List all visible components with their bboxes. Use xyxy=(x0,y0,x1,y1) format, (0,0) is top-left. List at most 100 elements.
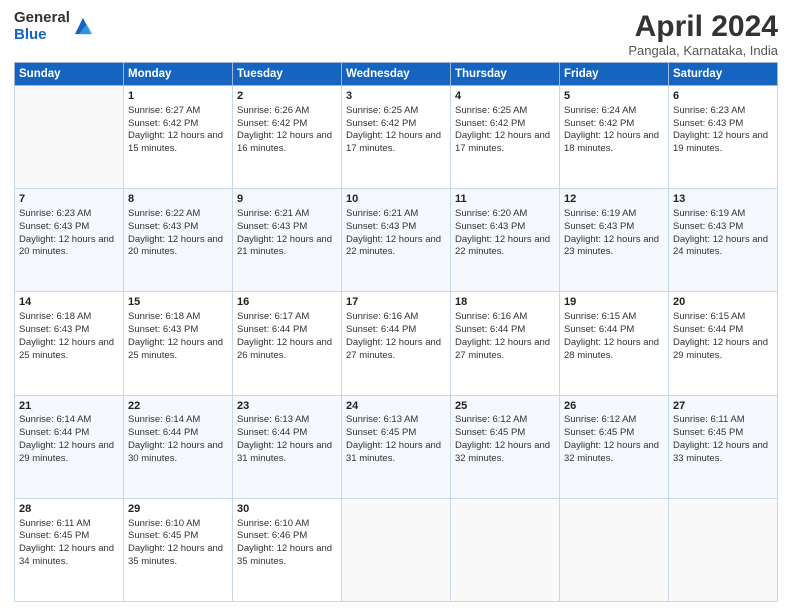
sunrise-text: Sunrise: 6:16 AM xyxy=(455,311,555,324)
daylight-text: Daylight: 12 hours and 31 minutes. xyxy=(346,440,446,466)
daylight-text: Daylight: 12 hours and 22 minutes. xyxy=(455,234,555,260)
sunset-text: Sunset: 6:44 PM xyxy=(237,427,337,440)
calendar-week-row: 7Sunrise: 6:23 AMSunset: 6:43 PMDaylight… xyxy=(15,189,778,292)
calendar-cell: 22Sunrise: 6:14 AMSunset: 6:44 PMDayligh… xyxy=(124,395,233,498)
sunrise-text: Sunrise: 6:11 AM xyxy=(673,414,773,427)
daylight-text: Daylight: 12 hours and 32 minutes. xyxy=(455,440,555,466)
day-number: 22 xyxy=(128,399,228,414)
day-number: 29 xyxy=(128,502,228,517)
sunset-text: Sunset: 6:43 PM xyxy=(673,118,773,131)
daylight-text: Daylight: 12 hours and 26 minutes. xyxy=(237,337,337,363)
daylight-text: Daylight: 12 hours and 22 minutes. xyxy=(346,234,446,260)
calendar-cell xyxy=(560,498,669,601)
calendar-header-cell: Sunday xyxy=(15,63,124,86)
day-number: 4 xyxy=(455,89,555,104)
sunrise-text: Sunrise: 6:21 AM xyxy=(346,208,446,221)
day-number: 25 xyxy=(455,399,555,414)
calendar-cell xyxy=(451,498,560,601)
daylight-text: Daylight: 12 hours and 17 minutes. xyxy=(455,130,555,156)
sunset-text: Sunset: 6:43 PM xyxy=(237,221,337,234)
sunset-text: Sunset: 6:42 PM xyxy=(455,118,555,131)
daylight-text: Daylight: 12 hours and 35 minutes. xyxy=(128,543,228,569)
sunrise-text: Sunrise: 6:10 AM xyxy=(237,518,337,531)
sunset-text: Sunset: 6:43 PM xyxy=(128,221,228,234)
sunset-text: Sunset: 6:43 PM xyxy=(346,221,446,234)
sunrise-text: Sunrise: 6:11 AM xyxy=(19,518,119,531)
calendar-cell: 30Sunrise: 6:10 AMSunset: 6:46 PMDayligh… xyxy=(233,498,342,601)
sunset-text: Sunset: 6:45 PM xyxy=(673,427,773,440)
day-number: 30 xyxy=(237,502,337,517)
calendar-cell: 5Sunrise: 6:24 AMSunset: 6:42 PMDaylight… xyxy=(560,86,669,189)
sunset-text: Sunset: 6:44 PM xyxy=(673,324,773,337)
header: General Blue April 2024 Pangala, Karnata… xyxy=(14,10,778,58)
title-block: April 2024 Pangala, Karnataka, India xyxy=(628,10,778,58)
page: General Blue April 2024 Pangala, Karnata… xyxy=(0,0,792,612)
calendar-cell: 4Sunrise: 6:25 AMSunset: 6:42 PMDaylight… xyxy=(451,86,560,189)
daylight-text: Daylight: 12 hours and 16 minutes. xyxy=(237,130,337,156)
day-number: 20 xyxy=(673,295,773,310)
daylight-text: Daylight: 12 hours and 35 minutes. xyxy=(237,543,337,569)
sunset-text: Sunset: 6:43 PM xyxy=(564,221,664,234)
day-number: 24 xyxy=(346,399,446,414)
daylight-text: Daylight: 12 hours and 25 minutes. xyxy=(19,337,119,363)
calendar-cell: 15Sunrise: 6:18 AMSunset: 6:43 PMDayligh… xyxy=(124,292,233,395)
main-title: April 2024 xyxy=(628,10,778,43)
sunrise-text: Sunrise: 6:17 AM xyxy=(237,311,337,324)
day-number: 27 xyxy=(673,399,773,414)
logo-blue: Blue xyxy=(14,27,70,44)
sunset-text: Sunset: 6:43 PM xyxy=(673,221,773,234)
daylight-text: Daylight: 12 hours and 15 minutes. xyxy=(128,130,228,156)
calendar-header-row: SundayMondayTuesdayWednesdayThursdayFrid… xyxy=(15,63,778,86)
calendar-cell: 10Sunrise: 6:21 AMSunset: 6:43 PMDayligh… xyxy=(342,189,451,292)
calendar-cell: 11Sunrise: 6:20 AMSunset: 6:43 PMDayligh… xyxy=(451,189,560,292)
sunrise-text: Sunrise: 6:25 AM xyxy=(346,105,446,118)
sunrise-text: Sunrise: 6:14 AM xyxy=(19,414,119,427)
sunset-text: Sunset: 6:42 PM xyxy=(346,118,446,131)
day-number: 2 xyxy=(237,89,337,104)
daylight-text: Daylight: 12 hours and 33 minutes. xyxy=(673,440,773,466)
daylight-text: Daylight: 12 hours and 20 minutes. xyxy=(128,234,228,260)
day-number: 5 xyxy=(564,89,664,104)
sunrise-text: Sunrise: 6:25 AM xyxy=(455,105,555,118)
day-number: 11 xyxy=(455,192,555,207)
calendar-table: SundayMondayTuesdayWednesdayThursdayFrid… xyxy=(14,62,778,602)
calendar-cell: 2Sunrise: 6:26 AMSunset: 6:42 PMDaylight… xyxy=(233,86,342,189)
sunset-text: Sunset: 6:42 PM xyxy=(128,118,228,131)
day-number: 14 xyxy=(19,295,119,310)
daylight-text: Daylight: 12 hours and 27 minutes. xyxy=(455,337,555,363)
calendar-cell xyxy=(15,86,124,189)
calendar-cell: 23Sunrise: 6:13 AMSunset: 6:44 PMDayligh… xyxy=(233,395,342,498)
sunrise-text: Sunrise: 6:19 AM xyxy=(564,208,664,221)
sunrise-text: Sunrise: 6:19 AM xyxy=(673,208,773,221)
calendar-cell: 29Sunrise: 6:10 AMSunset: 6:45 PMDayligh… xyxy=(124,498,233,601)
daylight-text: Daylight: 12 hours and 29 minutes. xyxy=(673,337,773,363)
sunrise-text: Sunrise: 6:13 AM xyxy=(346,414,446,427)
day-number: 6 xyxy=(673,89,773,104)
sunrise-text: Sunrise: 6:23 AM xyxy=(19,208,119,221)
sunset-text: Sunset: 6:44 PM xyxy=(128,427,228,440)
daylight-text: Daylight: 12 hours and 18 minutes. xyxy=(564,130,664,156)
calendar-cell: 19Sunrise: 6:15 AMSunset: 6:44 PMDayligh… xyxy=(560,292,669,395)
logo-icon xyxy=(72,15,94,37)
day-number: 19 xyxy=(564,295,664,310)
sunrise-text: Sunrise: 6:22 AM xyxy=(128,208,228,221)
day-number: 12 xyxy=(564,192,664,207)
sunrise-text: Sunrise: 6:20 AM xyxy=(455,208,555,221)
calendar-cell: 21Sunrise: 6:14 AMSunset: 6:44 PMDayligh… xyxy=(15,395,124,498)
day-number: 1 xyxy=(128,89,228,104)
sunset-text: Sunset: 6:43 PM xyxy=(455,221,555,234)
sunset-text: Sunset: 6:45 PM xyxy=(128,530,228,543)
day-number: 15 xyxy=(128,295,228,310)
calendar-header-cell: Saturday xyxy=(669,63,778,86)
day-number: 9 xyxy=(237,192,337,207)
calendar-cell: 26Sunrise: 6:12 AMSunset: 6:45 PMDayligh… xyxy=(560,395,669,498)
sunset-text: Sunset: 6:45 PM xyxy=(455,427,555,440)
sunrise-text: Sunrise: 6:10 AM xyxy=(128,518,228,531)
sunset-text: Sunset: 6:45 PM xyxy=(564,427,664,440)
sunset-text: Sunset: 6:42 PM xyxy=(237,118,337,131)
daylight-text: Daylight: 12 hours and 20 minutes. xyxy=(19,234,119,260)
calendar-cell: 27Sunrise: 6:11 AMSunset: 6:45 PMDayligh… xyxy=(669,395,778,498)
day-number: 21 xyxy=(19,399,119,414)
day-number: 18 xyxy=(455,295,555,310)
daylight-text: Daylight: 12 hours and 30 minutes. xyxy=(128,440,228,466)
